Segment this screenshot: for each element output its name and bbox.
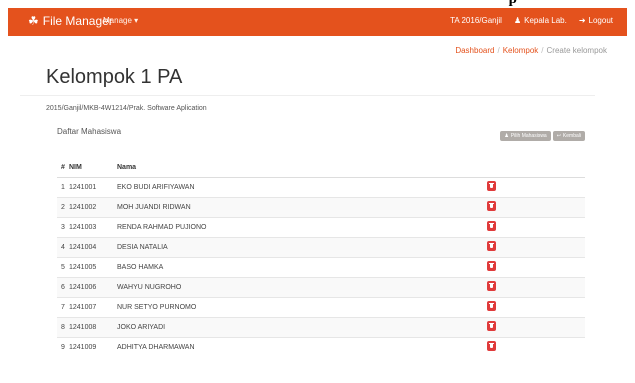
logout-label: Logout [588, 16, 613, 25]
row-nama: MOH JUANDI RIDWAN [117, 196, 487, 217]
row-number: 2 [57, 196, 69, 217]
nav-right: TA 2016/Ganjil ♟ Kepala Lab. ➜ Logout [450, 16, 613, 25]
row-number: 7 [57, 296, 69, 317]
row-nama: EKO BUDI ARIFIYAWAN [117, 176, 487, 197]
users-icon: ♟ [504, 133, 509, 139]
kembali-button[interactable]: ↩ Kembali [552, 131, 585, 141]
row-number: 5 [57, 256, 69, 277]
trash-icon[interactable] [487, 341, 496, 352]
trash-icon[interactable] [487, 321, 496, 331]
trash-icon[interactable] [487, 221, 496, 231]
row-action [487, 196, 585, 217]
trash-icon[interactable] [487, 241, 496, 251]
col-header-nama: Nama [117, 159, 487, 178]
manage-menu[interactable]: Manage ▾ [103, 16, 138, 25]
row-action [487, 276, 585, 297]
row-nama: NUR SETYO PURNOMO [117, 296, 487, 317]
pilih-mahasiswa-button[interactable]: ♟ Pilih Mahasiswa [500, 131, 551, 141]
breadcrumb-kelompok[interactable]: Kelompok [503, 46, 539, 55]
row-nim: 1241005 [69, 256, 117, 277]
page-title: Kelompok 1 PA [46, 66, 183, 88]
row-nim: 1241004 [69, 236, 117, 257]
row-nama: BASO HAMKA [117, 256, 487, 277]
pilih-label: Pilih Mahasiswa [510, 133, 547, 139]
logout-icon: ➜ [578, 16, 586, 25]
col-header-no: # [57, 159, 69, 178]
row-action [487, 256, 585, 277]
row-action [487, 236, 585, 257]
row-action [487, 316, 585, 337]
top-navbar: ☘ File Manager Manage ▾ TA 2016/Ganjil ♟… [8, 8, 627, 36]
row-nim: 1241008 [69, 316, 117, 337]
col-header-nim: NIM [69, 159, 117, 178]
back-arrow-icon: ↩ [556, 133, 561, 139]
kembali-label: Kembali [562, 133, 581, 139]
table-row: 4 1241004 DESIA NATALIA [57, 236, 585, 257]
section-label: Daftar Mahasiswa [57, 127, 122, 136]
action-buttons: ♟ Pilih Mahasiswa ↩ Kembali [500, 131, 585, 141]
trash-icon[interactable] [487, 201, 496, 211]
student-table: # NIM Nama 1 1241001 EKO BUDI ARIFIYAWAN 2 1… [57, 159, 585, 357]
breadcrumb: Dashboard / Kelompok / Create kelompok [455, 46, 607, 55]
row-number: 6 [57, 276, 69, 297]
trash-icon[interactable] [487, 281, 496, 291]
brand[interactable]: ☘ File Manager [28, 14, 113, 28]
breadcrumb-dashboard[interactable]: Dashboard [455, 46, 494, 55]
table-row: 2 1241002 MOH JUANDI RIDWAN [57, 196, 585, 217]
term-label: TA 2016/Ganjil [450, 16, 502, 25]
breadcrumb-current: Create kelompok [546, 46, 607, 55]
term-link[interactable]: TA 2016/Ganjil [450, 16, 502, 25]
table-row: 8 1241008 JOKO ARIYADI [57, 316, 585, 337]
user-link[interactable]: ♟ Kepala Lab. [514, 16, 567, 25]
caption-text: p [509, 0, 517, 8]
row-action [487, 176, 585, 197]
row-nim: 1241003 [69, 216, 117, 237]
row-nim: 1241001 [69, 176, 117, 197]
table-row: 6 1241006 WAHYU NUGROHO [57, 276, 585, 297]
manage-label: Manage [103, 16, 132, 25]
row-nim: 1241007 [69, 296, 117, 317]
row-nim: 1241006 [69, 276, 117, 297]
table-row: 1 1241001 EKO BUDI ARIFIYAWAN [57, 176, 585, 197]
row-action [487, 296, 585, 317]
row-nim: 1241002 [69, 196, 117, 217]
logout-link[interactable]: ➜ Logout [579, 16, 613, 25]
row-number: 3 [57, 216, 69, 237]
table-row: 5 1241005 BASO HAMKA [57, 256, 585, 277]
row-action [487, 336, 585, 357]
trash-icon[interactable] [487, 181, 496, 191]
row-nama: JOKO ARIYADI [117, 316, 487, 337]
document-caption: p [0, 0, 635, 8]
col-header-action [487, 159, 585, 178]
table-header-row: # NIM Nama [57, 159, 585, 178]
table-row: 7 1241007 NUR SETYO PURNOMO [57, 296, 585, 317]
table-row: 3 1241003 RENDA RAHMAD PUJIONO [57, 216, 585, 237]
row-nama: RENDA RAHMAD PUJIONO [117, 216, 487, 237]
row-nama: ADHITYA DHARMAWAN [117, 336, 487, 357]
trash-icon[interactable] [487, 261, 496, 271]
header-divider [20, 95, 595, 96]
row-nama: WAHYU NUGROHO [117, 276, 487, 297]
table-row: 9 1241009 ADHITYA DHARMAWAN [57, 336, 585, 357]
trash-icon[interactable] [487, 301, 496, 311]
share-nodes-icon: ☘ [28, 14, 39, 28]
row-nama: DESIA NATALIA [117, 236, 487, 257]
row-number: 4 [57, 236, 69, 257]
caret-down-icon: ▾ [134, 16, 139, 25]
course-subtitle: 2015/Ganjil/MKB-4W1214/Prak. Software Ap… [46, 105, 207, 112]
row-number: 8 [57, 316, 69, 337]
row-number: 9 [57, 336, 69, 357]
user-label: Kepala Lab. [524, 16, 567, 25]
row-action [487, 216, 585, 237]
row-nim: 1241009 [69, 336, 117, 357]
row-number: 1 [57, 176, 69, 197]
user-icon: ♟ [513, 16, 522, 25]
